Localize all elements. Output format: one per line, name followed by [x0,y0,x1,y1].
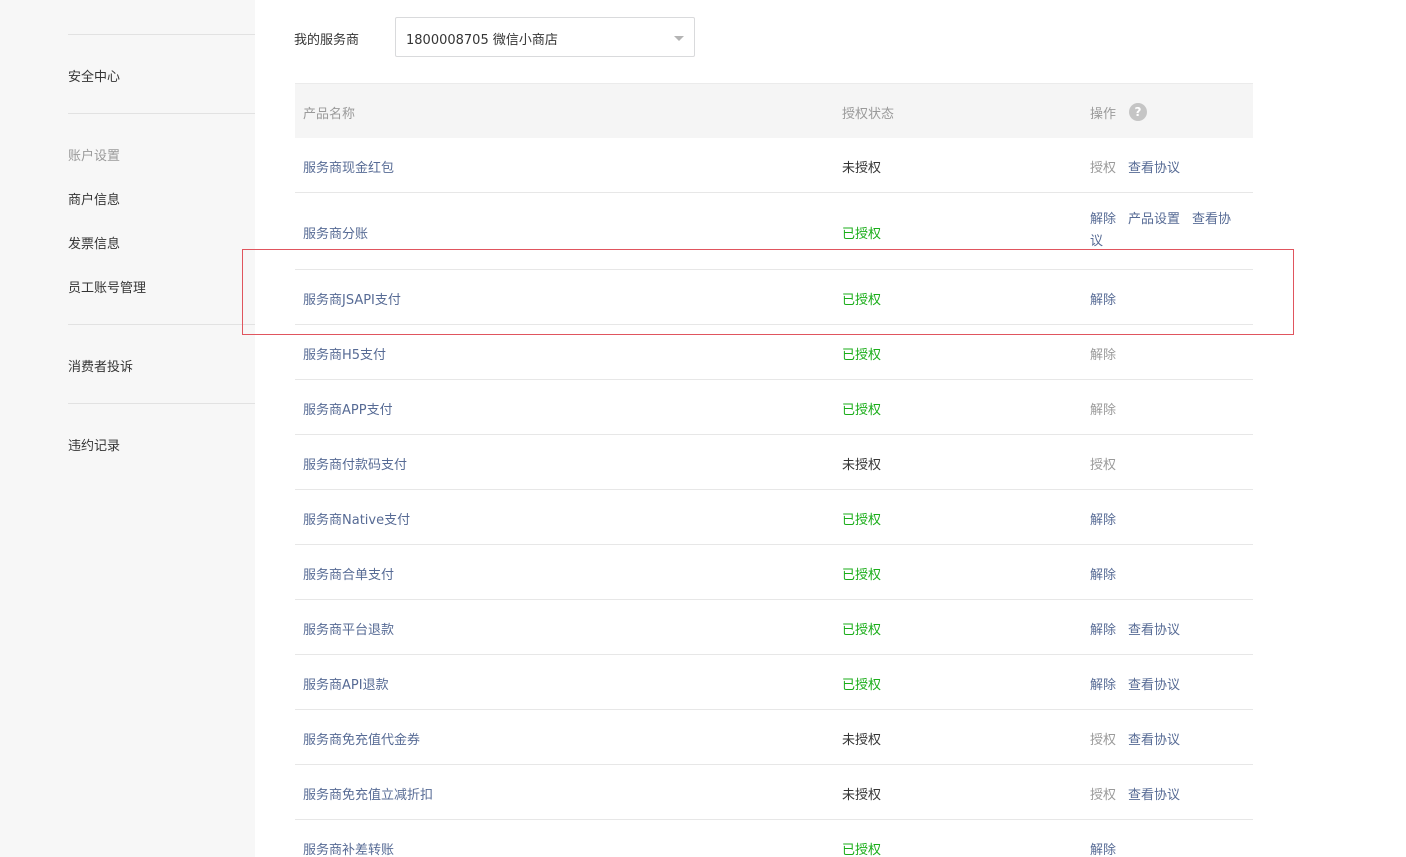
operation-link[interactable]: 查看协议 [1128,733,1180,748]
product-name-link[interactable]: 服务商免充值立减折扣 [303,784,433,803]
product-name-link[interactable]: 服务商合单支付 [303,564,394,583]
operation-link[interactable]: 查看协议 [1128,623,1180,638]
auth-status: 已授权 [842,227,882,242]
table-row: 服务商免充值立减折扣 未授权 授权 查看协议 [295,765,1253,820]
table-row: 服务商合单支付 已授权 解除 [295,545,1253,600]
table-row: 服务商分账 已授权 解除 产品设置 查看协议 [295,193,1253,270]
column-header-auth-status: 授权状态 [842,107,895,122]
operation-link: 解除 [1090,348,1117,363]
table-row: 服务商现金红包 未授权 授权 查看协议 [295,138,1253,193]
table-row: 服务商JSAPI支付 已授权 解除 [295,270,1253,325]
product-name-link[interactable]: 服务商分账 [303,223,368,242]
operations-cell: 解除 [1090,344,1128,363]
auth-status: 未授权 [842,733,882,748]
sidebar-divider [68,324,255,325]
auth-status: 未授权 [842,788,882,803]
product-name-link[interactable]: 服务商JSAPI支付 [303,289,401,308]
operations-cell: 解除 查看协议 [1090,674,1192,693]
operations-cell: 解除 [1090,399,1128,418]
sidebar-group-title-account-settings: 账户设置 [68,149,121,164]
operation-link[interactable]: 查看协议 [1128,161,1180,176]
sidebar-divider [68,113,255,114]
auth-status: 已授权 [842,623,882,638]
product-name-link[interactable]: 服务商Native支付 [303,509,410,528]
table-row: 服务商补差转账 已授权 解除 [295,820,1253,857]
operations-cell: 解除 [1090,564,1128,583]
sidebar-divider [68,403,255,404]
table-row: 服务商APP支付 已授权 解除 [295,380,1253,435]
operations-cell: 解除 查看协议 [1090,619,1192,638]
operation-link[interactable]: 解除 [1090,568,1116,583]
product-name-link[interactable]: 服务商平台退款 [303,619,394,638]
operations-cell: 解除 [1090,509,1128,528]
sidebar-item-consumer-complaints[interactable]: 消费者投诉 [68,356,133,375]
service-provider-select[interactable]: 1800008705 微信小商店 [395,17,695,57]
service-provider-label: 我的服务商 [294,33,360,48]
operations-cell: 授权 查看协议 [1090,157,1192,176]
product-name-link[interactable]: 服务商付款码支付 [303,454,407,473]
table-row: 服务商H5支付 已授权 解除 [295,325,1253,380]
operation-link[interactable]: 解除 [1090,513,1116,528]
product-name-link[interactable]: 服务商H5支付 [303,344,386,363]
operation-link[interactable]: 解除 [1090,212,1116,227]
operations-cell: 授权 查看协议 [1090,729,1192,748]
table-row: 服务商免充值代金券 未授权 授权 查看协议 [295,710,1253,765]
auth-status: 已授权 [842,293,882,308]
auth-status: 已授权 [842,348,882,363]
operations-cell: 解除 [1090,289,1128,308]
table-row: 服务商付款码支付 未授权 授权 [295,435,1253,490]
auth-status: 已授权 [842,403,882,418]
sidebar-item-merchant-info[interactable]: 商户信息 [68,189,120,208]
table-row: 服务商平台退款 已授权 解除 查看协议 [295,600,1253,655]
operation-link[interactable]: 查看协议 [1128,678,1180,693]
auth-status: 已授权 [842,513,882,528]
operations-cell: 授权 [1090,454,1128,473]
operation-link[interactable]: 查看协议 [1128,788,1180,803]
main-content: 我的服务商 1800008705 微信小商店 产品名称 授权状态 操作 ? 服务… [255,0,1406,857]
product-name-link[interactable]: 服务商API退款 [303,674,389,693]
auth-status: 未授权 [842,458,882,473]
product-name-link[interactable]: 服务商现金红包 [303,157,394,176]
column-header-product-name: 产品名称 [303,107,356,122]
table-row: 服务商API退款 已授权 解除 查看协议 [295,655,1253,710]
operation-link[interactable]: 产品设置 [1128,212,1180,227]
auth-status: 已授权 [842,678,882,693]
sidebar-item-invoice-info[interactable]: 发票信息 [68,233,120,252]
operation-link[interactable]: 解除 [1090,623,1116,638]
auth-status: 已授权 [842,843,882,857]
table-body: 服务商现金红包 未授权 授权 查看协议 服务商分账 已授权 解除 产品设置 查看协议 服务商JSA… [295,138,1253,857]
operation-link: 解除 [1090,403,1117,418]
sidebar-divider [68,34,255,35]
column-header-operations: 操作 [1090,107,1117,122]
product-name-link[interactable]: 服务商APP支付 [303,399,393,418]
auth-status: 已授权 [842,568,882,583]
operations-cell: 解除 [1090,839,1128,857]
help-icon[interactable]: ? [1129,103,1147,121]
sidebar: 安全中心 账户设置 商户信息 发票信息 员工账号管理 消费者投诉 违约记录 [0,0,255,857]
operation-link[interactable]: 解除 [1090,293,1116,308]
product-name-link[interactable]: 服务商免充值代金券 [303,729,420,748]
product-auth-table: 产品名称 授权状态 操作 ? 服务商现金红包 未授权 授权 查看协议 服务商分账 已授权解… [295,83,1253,857]
operation-link: 授权 [1090,733,1117,748]
operations-cell: 解除 产品设置 查看协议 [1090,209,1240,253]
chevron-down-icon [674,36,684,41]
operation-link[interactable]: 解除 [1090,678,1116,693]
auth-status: 未授权 [842,161,882,176]
operation-link: 授权 [1090,788,1117,803]
service-provider-selected-value: 1800008705 微信小商店 [406,33,558,48]
operation-link: 授权 [1090,161,1117,176]
operations-cell: 授权 查看协议 [1090,784,1192,803]
table-row: 服务商Native支付 已授权 解除 [295,490,1253,545]
sidebar-item-security-center[interactable]: 安全中心 [68,66,120,85]
table-header: 产品名称 授权状态 操作 ? [295,83,1253,138]
operation-link: 授权 [1090,458,1117,473]
product-name-link[interactable]: 服务商补差转账 [303,839,394,857]
operation-link[interactable]: 解除 [1090,843,1116,857]
sidebar-item-violation-records[interactable]: 违约记录 [68,435,120,454]
sidebar-item-staff-accounts[interactable]: 员工账号管理 [68,277,146,296]
